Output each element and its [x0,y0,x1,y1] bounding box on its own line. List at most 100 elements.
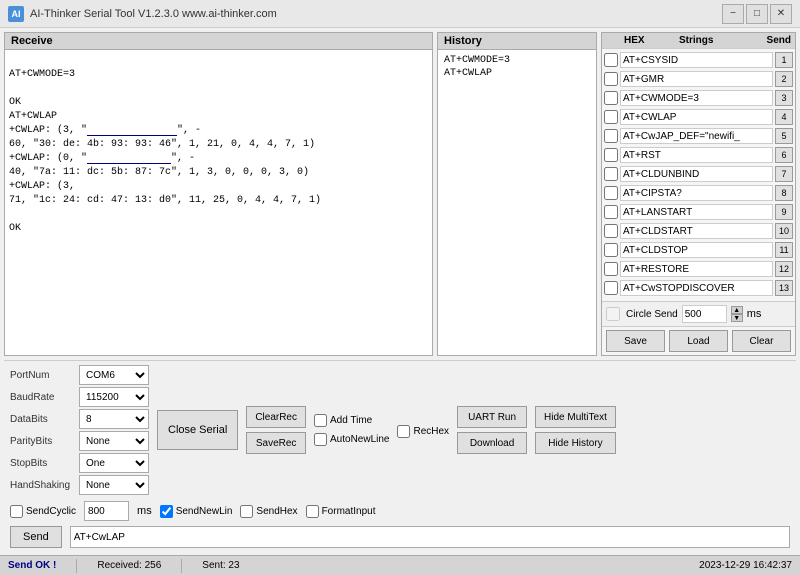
hide-multitext-button[interactable]: Hide MultiText [535,406,616,428]
mt-row-checkbox[interactable] [604,72,618,86]
sent-label: Sent: 23 [202,560,239,571]
auto-new-line-option[interactable]: AutoNewLine [314,433,389,446]
mt-row-checkbox[interactable] [604,262,618,276]
mt-send-button[interactable]: 13 [775,280,793,296]
mt-row-input[interactable] [620,242,773,258]
mt-row-input[interactable] [620,261,773,277]
mt-row-input[interactable] [620,52,773,68]
mt-row-input[interactable] [620,109,773,125]
send-cyclic-input[interactable] [84,501,129,521]
main-content: Receive AT+CWMODE=3 OK AT+CWLAP +CWLAP: … [0,28,800,555]
multitext-rows: 12345678910111213 [602,49,795,301]
hand-shaking-select[interactable]: None [79,475,149,495]
mt-row-input[interactable] [620,90,773,106]
multitext-row: 11 [604,241,793,259]
multitext-row: 1 [604,51,793,69]
mt-send-button[interactable]: 3 [775,90,793,106]
rec-hex-checkbox[interactable] [397,425,410,438]
history-content[interactable]: AT+CWMODE=3AT+CWLAP [438,50,596,355]
mt-row-checkbox[interactable] [604,91,618,105]
status-bar: Send OK ! Received: 256 Sent: 23 2023-12… [0,555,800,575]
circle-send-row: Circle Send ▲ ▼ ms [602,301,795,326]
mt-row-checkbox[interactable] [604,224,618,238]
clear-rec-button[interactable]: ClearRec [246,406,306,428]
receive-content[interactable]: AT+CWMODE=3 OK AT+CWLAP +CWLAP: (3, "███… [5,50,432,355]
hide-history-button[interactable]: Hide History [535,432,616,454]
mt-send-button[interactable]: 2 [775,71,793,87]
mt-row-checkbox[interactable] [604,53,618,67]
uart-run-button[interactable]: UART Run [457,406,527,428]
data-bits-select[interactable]: 8 [79,409,149,429]
mt-row-input[interactable] [620,280,773,296]
maximize-button[interactable]: □ [746,4,768,24]
spin-down-button[interactable]: ▼ [731,314,743,322]
parity-bits-select[interactable]: None [79,431,149,451]
clear-button[interactable]: Clear [732,330,791,352]
mt-send-button[interactable]: 12 [775,261,793,277]
multitext-row: 13 [604,279,793,297]
send-hex-option[interactable]: SendHex [240,505,297,518]
receive-panel: Receive AT+CWMODE=3 OK AT+CWLAP +CWLAP: … [4,32,433,356]
mt-row-input[interactable] [620,128,773,144]
send-new-lin-option[interactable]: SendNewLin [160,505,233,518]
save-rec-button[interactable]: SaveRec [246,432,306,454]
rec-hex-option[interactable]: RecHex [397,425,449,438]
format-input-label: FormatInput [322,506,376,517]
mt-row-checkbox[interactable] [604,110,618,124]
receive-header: Receive [5,33,432,50]
mt-send-button[interactable]: 5 [775,128,793,144]
send-new-lin-checkbox[interactable] [160,505,173,518]
divider-1 [76,559,77,573]
mt-row-input[interactable] [620,204,773,220]
close-button[interactable]: ✕ [770,4,792,24]
close-serial-button[interactable]: Close Serial [157,410,238,450]
mt-row-input[interactable] [620,166,773,182]
circle-send-checkbox[interactable] [606,307,620,321]
mt-send-button[interactable]: 1 [775,52,793,68]
mt-row-input[interactable] [620,223,773,239]
mt-row-checkbox[interactable] [604,129,618,143]
format-input-option[interactable]: FormatInput [306,505,376,518]
send-new-lin-label: SendNewLin [176,506,233,517]
spin-up-button[interactable]: ▲ [731,306,743,314]
load-button[interactable]: Load [669,330,728,352]
circle-send-input[interactable] [682,305,727,323]
mt-row-input[interactable] [620,147,773,163]
port-num-select[interactable]: COM6 [79,365,149,385]
mt-row-checkbox[interactable] [604,205,618,219]
download-button[interactable]: Download [457,432,527,454]
mt-send-button[interactable]: 7 [775,166,793,182]
mt-row-input[interactable] [620,185,773,201]
ms-unit-label: ms [137,505,152,517]
send-cyclic-option[interactable]: SendCyclic [10,505,76,518]
mt-row-input[interactable] [620,71,773,87]
send-hex-label: SendHex [256,506,297,517]
mt-send-button[interactable]: 9 [775,204,793,220]
mt-row-checkbox[interactable] [604,186,618,200]
mt-send-button[interactable]: 10 [775,223,793,239]
add-time-option[interactable]: Add Time [314,414,389,427]
mt-send-button[interactable]: 11 [775,242,793,258]
history-item[interactable]: AT+CWLAP [442,67,592,80]
mt-row-checkbox[interactable] [604,243,618,257]
send-hex-checkbox[interactable] [240,505,253,518]
add-time-checkbox[interactable] [314,414,327,427]
mt-send-button[interactable]: 6 [775,147,793,163]
stop-bits-select[interactable]: One [79,453,149,473]
history-item[interactable]: AT+CWMODE=3 [442,54,592,67]
send-cyclic-checkbox[interactable] [10,505,23,518]
send-input[interactable] [70,526,790,548]
mt-send-button[interactable]: 4 [775,109,793,125]
mt-row-checkbox[interactable] [604,148,618,162]
format-input-checkbox[interactable] [306,505,319,518]
title-bar: AI AI-Thinker Serial Tool V1.2.3.0 www.a… [0,0,800,28]
auto-new-line-checkbox[interactable] [314,433,327,446]
mt-row-checkbox[interactable] [604,281,618,295]
mt-row-checkbox[interactable] [604,167,618,181]
minimize-button[interactable]: − [722,4,744,24]
save-button[interactable]: Save [606,330,665,352]
mt-send-button[interactable]: 8 [775,185,793,201]
baud-rate-select[interactable]: 115200 [79,387,149,407]
send-button[interactable]: Send [10,526,62,548]
multitext-row: 7 [604,165,793,183]
